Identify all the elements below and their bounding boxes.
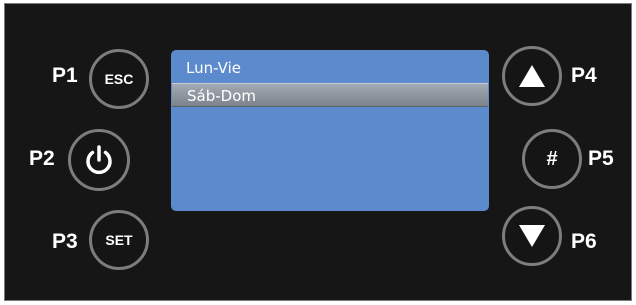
down-button[interactable] [502,206,562,266]
hash-button-text: # [546,147,558,170]
p2-label: P2 [29,147,55,170]
set-button-text: SET [105,232,133,248]
arrow-down-icon [519,225,545,247]
esc-button[interactable]: ESC [89,49,149,109]
p1-label: P1 [52,64,78,87]
control-panel: P1 ESC P2 P3 SET Lun-Vie Sáb-Dom P4 # P5… [4,3,632,301]
menu-option-weekdays[interactable]: Lun-Vie [171,56,489,80]
p4-label: P4 [571,64,597,87]
p5-label: P5 [588,147,614,170]
menu-option-weekend[interactable]: Sáb-Dom [172,83,488,107]
power-icon [86,145,112,175]
p6-label: P6 [571,230,597,253]
up-button[interactable] [502,46,562,106]
hash-button[interactable]: # [522,129,582,189]
arrow-up-icon [519,65,545,87]
set-button[interactable]: SET [89,210,149,270]
p3-label: P3 [52,230,78,253]
esc-button-text: ESC [104,71,134,87]
power-button[interactable] [68,129,130,191]
lcd-screen: Lun-Vie Sáb-Dom [171,50,489,211]
